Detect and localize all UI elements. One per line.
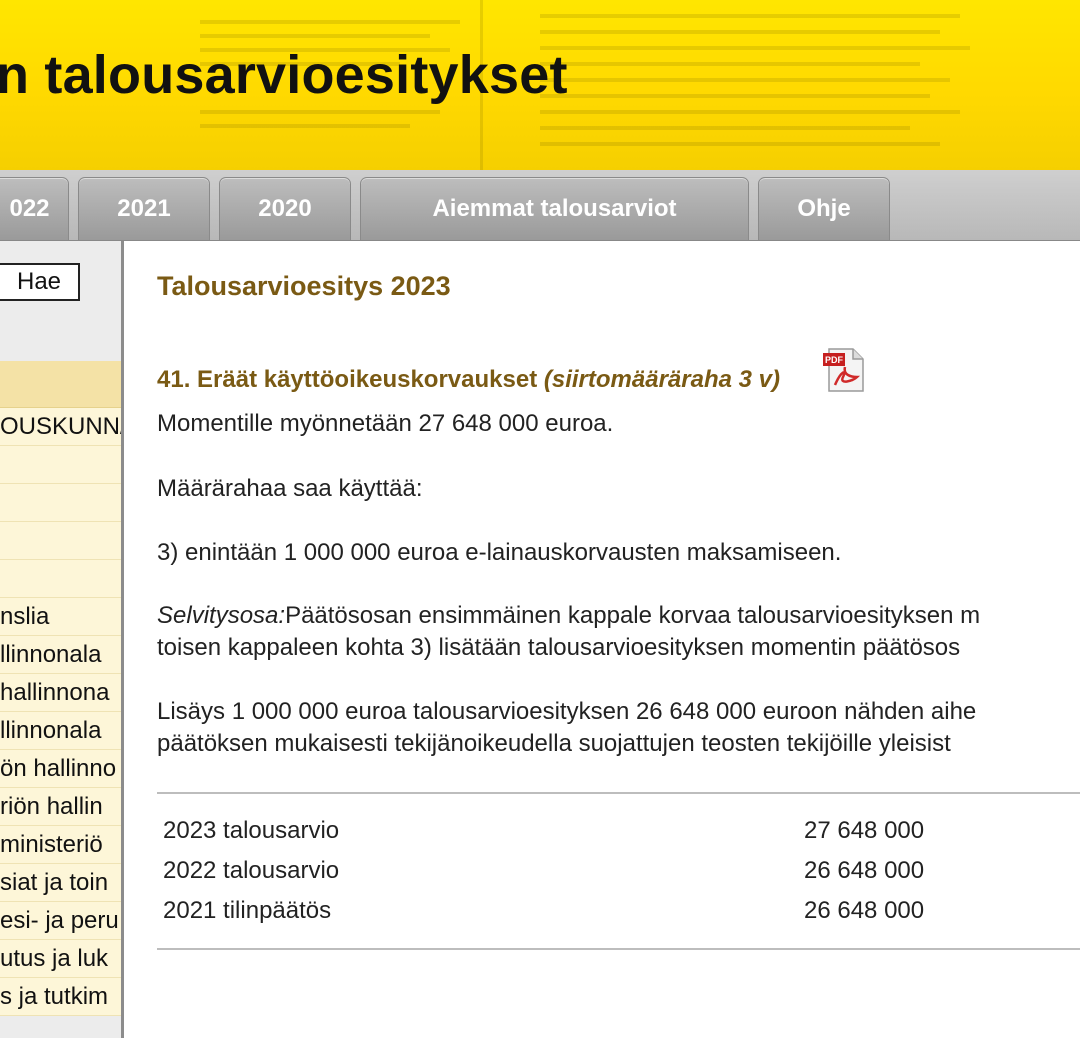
moment-heading-type: (siirtomääräraha 3 v) bbox=[543, 366, 780, 393]
site-title: n talousarvioesitykset bbox=[0, 45, 568, 105]
figure-value: 26 648 000 bbox=[804, 897, 925, 924]
figure-label: 2021 tilinpäätös bbox=[163, 897, 332, 924]
svg-text:PDF: PDF bbox=[825, 355, 844, 365]
moment-heading: 41. Eräät käyttöoikeuskorvaukset (siirto… bbox=[157, 366, 780, 394]
explanation-label: Selvitysosa: bbox=[157, 602, 286, 629]
table-top-divider bbox=[157, 792, 1080, 794]
sidebar-item[interactable] bbox=[0, 560, 121, 598]
pdf-icon[interactable]: PDF bbox=[823, 347, 867, 393]
sidebar-item[interactable] bbox=[0, 446, 121, 484]
tab-2020[interactable]: 2020 bbox=[219, 177, 351, 240]
sidebar-item[interactable]: siat ja toin bbox=[0, 864, 121, 902]
paragraph-usage-intro: Määrärahaa saa käyttää: bbox=[157, 475, 423, 502]
sidebar-section-header bbox=[0, 361, 121, 408]
figure-value: 26 648 000 bbox=[804, 857, 925, 884]
sidebar-item[interactable]: OUSKUNN/ bbox=[0, 408, 121, 446]
figure-label: 2022 talousarvio bbox=[163, 857, 340, 884]
figure-value: 27 648 000 bbox=[804, 817, 925, 844]
tab-2021[interactable]: 2021 bbox=[78, 177, 210, 240]
sidebar-item[interactable]: ön hallinno bbox=[0, 750, 121, 788]
year-tab-bar: 022 2021 2020 Aiemmat talousarviot Ohje bbox=[0, 170, 1080, 241]
paragraph-usage-item-3: 3) enintään 1 000 000 euroa e-lainauskor… bbox=[157, 539, 842, 566]
sidebar-item[interactable]: s ja tutkim bbox=[0, 978, 121, 1016]
tab-help[interactable]: Ohje bbox=[758, 177, 890, 240]
sidebar: Hae OUSKUNN/ nslia llinnonala hallinnona… bbox=[0, 241, 124, 1038]
paragraph-increase-line-2: päätöksen mukaisesti tekijänoikeudella s… bbox=[157, 730, 951, 757]
explanation-line-1: Päätösosan ensimmäinen kappale korvaa ta… bbox=[285, 602, 981, 629]
header-banner: n talousarvioesitykset bbox=[0, 0, 1080, 170]
paragraph-explanation: Selvitysosa:Päätösosan ensimmäinen kappa… bbox=[157, 600, 980, 632]
figure-row: 2023 talousarvio 27 648 000 bbox=[163, 817, 1063, 857]
paragraph-appropriation: Momentille myönnetään 27 648 000 euroa. bbox=[157, 410, 614, 437]
sidebar-nav-list: OUSKUNN/ nslia llinnonala hallinnona lli… bbox=[0, 361, 121, 1016]
sidebar-item[interactable] bbox=[0, 522, 121, 560]
sidebar-item[interactable]: llinnonala bbox=[0, 712, 121, 750]
sidebar-item[interactable]: hallinnona bbox=[0, 674, 121, 712]
sidebar-item[interactable]: nslia bbox=[0, 598, 121, 636]
sidebar-item[interactable] bbox=[0, 484, 121, 522]
tab-2022[interactable]: 022 bbox=[0, 177, 69, 240]
page-title: Talousarvioesitys 2023 bbox=[157, 271, 451, 301]
sidebar-item[interactable]: llinnonala bbox=[0, 636, 121, 674]
sidebar-item[interactable]: riön hallin bbox=[0, 788, 121, 826]
figure-row: 2022 talousarvio 26 648 000 bbox=[163, 857, 1063, 897]
sidebar-item[interactable]: utus ja luk bbox=[0, 940, 121, 978]
sidebar-item[interactable]: esi- ja peru bbox=[0, 902, 121, 940]
figure-row: 2021 tilinpäätös 26 648 000 bbox=[163, 897, 1063, 937]
table-bottom-divider bbox=[157, 948, 1080, 950]
paragraph-increase-line-1: Lisäys 1 000 000 euroa talousarvioesityk… bbox=[157, 698, 977, 725]
explanation-line-2: toisen kappaleen kohta 3) lisätään talou… bbox=[157, 634, 961, 661]
tab-earlier-budgets[interactable]: Aiemmat talousarviot bbox=[360, 177, 749, 240]
search-button[interactable]: Hae bbox=[0, 263, 80, 301]
moment-heading-text: 41. Eräät käyttöoikeuskorvaukset bbox=[157, 366, 544, 393]
sidebar-item[interactable]: ministeriö bbox=[0, 826, 121, 864]
figure-label: 2023 talousarvio bbox=[163, 817, 340, 844]
